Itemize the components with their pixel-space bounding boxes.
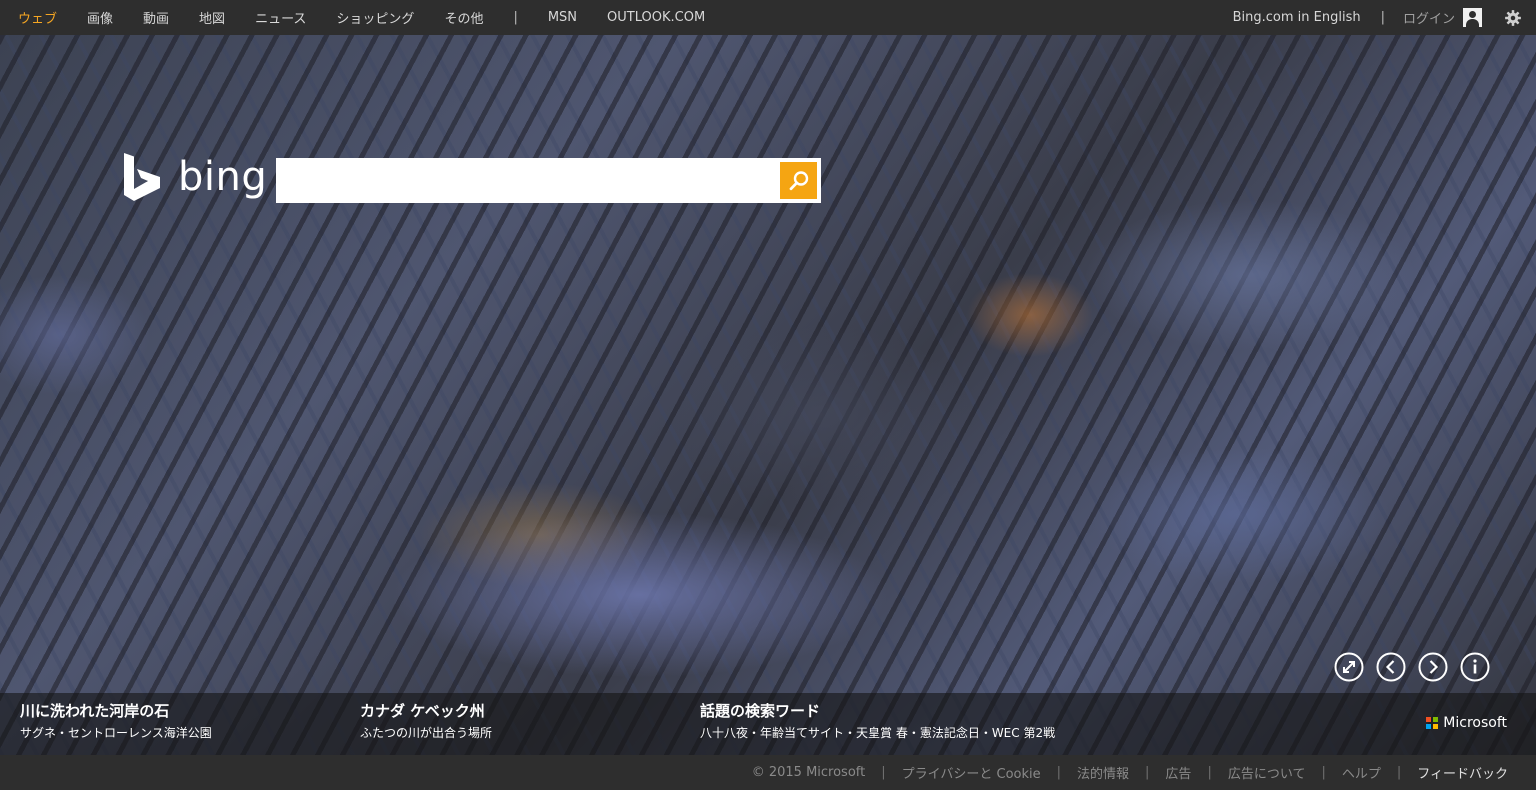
nav-left: ウェブ 画像 動画 地図 ニュース ショッピング その他 | MSN OUTLO… — [0, 0, 735, 35]
nav-web[interactable]: ウェブ — [18, 8, 57, 27]
feedback-link[interactable]: フィードバック — [1417, 763, 1508, 782]
search-icon — [789, 170, 808, 190]
chevron-left-icon — [1376, 652, 1406, 682]
gear-icon[interactable] — [1504, 9, 1522, 27]
bing-logo[interactable]: bing — [122, 152, 267, 202]
location-subtitle: ふたつの川が出合う場所 — [360, 726, 493, 740]
trending-title: 話題の検索ワード — [700, 702, 821, 720]
about-ads-link[interactable]: 広告について — [1228, 763, 1306, 782]
legal-link[interactable]: 法的情報 — [1077, 763, 1129, 782]
next-image-button[interactable] — [1418, 652, 1448, 682]
image-caption-title: 川に洗われた河岸の石 — [20, 702, 170, 720]
nav-outlook[interactable]: OUTLOOK.COM — [607, 10, 705, 25]
advertise-link[interactable]: 広告 — [1165, 763, 1191, 782]
trending-searches-card[interactable]: 話題の検索ワード 八十八夜・年齢当てサイト・天皇賞 春・憲法記念日・WEC 第2… — [700, 701, 1055, 742]
help-link[interactable]: ヘルプ — [1342, 763, 1381, 782]
previous-image-button[interactable] — [1376, 652, 1406, 682]
microsoft-windows-icon — [1426, 717, 1439, 729]
login-link[interactable]: ログイン — [1403, 8, 1455, 27]
nav-images[interactable]: 画像 — [87, 8, 113, 27]
logo-text: bing — [178, 154, 268, 200]
nav-msn[interactable]: MSN — [548, 10, 577, 25]
microsoft-logo[interactable]: Microsoft — [1426, 715, 1507, 731]
microsoft-name: Microsoft — [1443, 715, 1507, 731]
english-link[interactable]: Bing.com in English — [1233, 10, 1361, 25]
footer-separator: | — [1396, 765, 1402, 780]
footer-separator: | — [1321, 765, 1326, 780]
image-caption-subtitle: サグネ・セントローレンス海洋公園 — [20, 726, 212, 740]
search-input[interactable] — [276, 158, 776, 203]
trending-terms: 八十八夜・年齢当てサイト・天皇賞 春・憲法記念日・WEC 第2戦 — [700, 726, 1056, 740]
location-title: カナダ ケベック州 — [360, 702, 485, 720]
nav-separator: | — [513, 10, 518, 25]
user-avatar-icon[interactable] — [1463, 8, 1482, 27]
footer: © 2015 Microsoft | プライバシーと Cookie | 法的情報… — [0, 755, 1536, 790]
privacy-cookie-link[interactable]: プライバシーと Cookie — [902, 763, 1041, 782]
background-image — [0, 35, 1536, 755]
bing-homepage: ウェブ 画像 動画 地図 ニュース ショッピング その他 | MSN OUTLO… — [0, 0, 1536, 790]
expand-icon — [1334, 652, 1364, 682]
footer-separator: | — [1207, 765, 1212, 780]
top-navigation-bar: ウェブ 画像 動画 地図 ニュース ショッピング その他 | MSN OUTLO… — [0, 0, 1536, 35]
bing-b-icon — [124, 153, 160, 201]
nav-videos[interactable]: 動画 — [143, 8, 169, 27]
footer-separator: | — [1145, 765, 1150, 780]
fullscreen-button[interactable] — [1334, 652, 1364, 682]
image-controls — [1334, 652, 1502, 682]
image-caption-card[interactable]: 川に洗われた河岸の石 サグネ・セントローレンス海洋公園 — [20, 701, 212, 742]
info-icon — [1460, 652, 1490, 682]
nav-more[interactable]: その他 — [444, 8, 483, 27]
search-button[interactable] — [780, 162, 817, 199]
footer-separator: | — [881, 765, 886, 780]
nav-right: Bing.com in English | ログイン — [1233, 0, 1536, 35]
info-button[interactable] — [1460, 652, 1490, 682]
copyright-text: © 2015 Microsoft — [751, 765, 866, 780]
chevron-right-icon — [1418, 652, 1448, 682]
nav-right-separator: | — [1380, 10, 1385, 25]
nav-news[interactable]: ニュース — [255, 8, 306, 27]
nav-shopping[interactable]: ショッピング — [336, 8, 414, 27]
caption-strip: 川に洗われた河岸の石 サグネ・セントローレンス海洋公園 カナダ ケベック州 ふた… — [0, 693, 1536, 755]
footer-separator: | — [1056, 765, 1062, 780]
search-box — [276, 158, 821, 203]
location-card[interactable]: カナダ ケベック州 ふたつの川が出合う場所 — [360, 701, 492, 742]
nav-maps[interactable]: 地図 — [199, 8, 225, 27]
